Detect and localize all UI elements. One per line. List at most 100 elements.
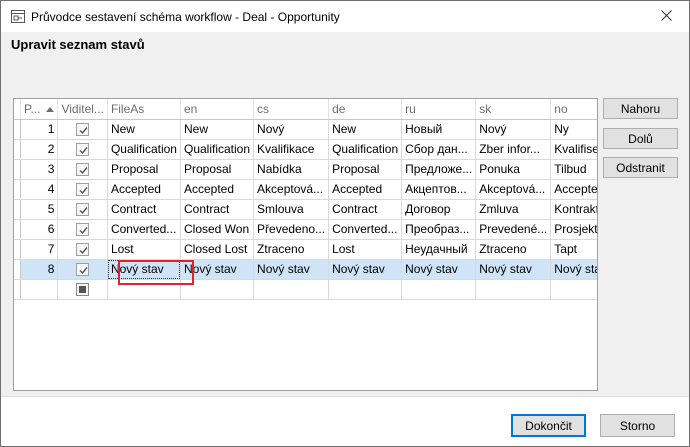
cell-no[interactable]: Kontrakt [550,199,597,220]
cell-cs[interactable]: Nový [253,119,330,140]
cell-empty[interactable] [180,279,255,300]
cell-sk[interactable]: Nový [475,119,552,140]
cell-visible[interactable] [57,179,108,200]
cell-position[interactable]: 4 [20,179,59,200]
cell-sk[interactable]: Prevedené... [475,219,552,240]
cell-empty[interactable] [328,279,403,300]
cell-position[interactable]: 3 [20,159,59,180]
cell-no[interactable]: Tilbud [550,159,597,180]
cell-en[interactable]: Qualification [180,139,255,160]
cell-ru[interactable]: Акцептов... [401,179,477,200]
visible-checkbox[interactable] [76,263,90,277]
cell-ru[interactable]: Договор [401,199,477,220]
column-header-fileas[interactable]: FileAs [107,99,181,120]
cell-fileas[interactable]: Contract [107,199,181,220]
cell-fileas[interactable]: Lost [107,239,181,260]
cell-no[interactable]: Ny [550,119,597,140]
cell-empty[interactable] [253,279,330,300]
table-row[interactable]: 2 Qualification Qualification Kvalifikace Qu… [14,139,597,160]
cell-sk[interactable]: Zmluva [475,199,552,220]
visible-checkbox[interactable] [76,243,90,257]
cell-no[interactable]: Accepted [550,179,597,200]
row-indicator-new[interactable]: ✱ [14,279,21,300]
cell-cs[interactable]: Kvalifikace [253,139,330,160]
cell-visible[interactable] [57,199,108,220]
cell-ru[interactable]: Неудачный [401,239,477,260]
cell-en[interactable]: Contract [180,199,255,220]
close-button[interactable] [643,1,689,32]
column-header-position[interactable]: P... [20,99,59,120]
cell-de[interactable]: Qualification [328,139,403,160]
finish-button[interactable]: Dokončit [511,414,586,437]
cell-no[interactable]: Nový stav [550,259,597,280]
table-row[interactable]: 5 Contract Contract Smlouva Contract Договор Z… [14,199,597,220]
cell-position[interactable]: 5 [20,199,59,220]
cell-de[interactable]: Proposal [328,159,403,180]
cell-de[interactable]: Accepted [328,179,403,200]
visible-checkbox[interactable] [76,203,90,217]
visible-checkbox-indeterminate[interactable] [76,283,90,297]
column-header-en[interactable]: en [180,99,255,120]
row-indicator[interactable] [14,159,21,180]
cell-sk[interactable]: Nový stav [475,259,552,280]
cell-sk[interactable]: Ztraceno [475,239,552,260]
cell-de[interactable]: Contract [328,199,403,220]
cell-en[interactable]: Closed Won [180,219,255,240]
visible-checkbox[interactable] [76,123,90,137]
row-indicator[interactable] [14,139,21,160]
cell-cs[interactable]: Nabídka [253,159,330,180]
row-indicator[interactable] [14,119,21,140]
row-indicator[interactable] [14,239,21,260]
visible-checkbox[interactable] [76,143,90,157]
table-row[interactable]: 1 New New Nový New Новый Nový Ny [14,119,597,140]
visible-checkbox[interactable] [76,183,90,197]
cell-en[interactable]: Proposal [180,159,255,180]
cell-visible[interactable] [57,239,108,260]
cell-cs[interactable]: Akceptová... [253,179,330,200]
row-indicator[interactable] [14,199,21,220]
cell-visible[interactable] [57,279,108,300]
cell-de[interactable]: Lost [328,239,403,260]
cell-position[interactable]: 2 [20,139,59,160]
cell-de[interactable]: New [328,119,403,140]
cell-empty[interactable] [401,279,477,300]
cell-sk[interactable]: Akceptová... [475,179,552,200]
cell-de[interactable]: Converted... [328,219,403,240]
table-row[interactable]: 7 Lost Closed Lost Ztraceno Lost Неудачный Ztr… [14,239,597,260]
cell-fileas[interactable]: Converted... [107,219,181,240]
cell-position[interactable]: 1 [20,119,59,140]
cell-ru[interactable]: Nový stav [401,259,477,280]
cell-position[interactable] [20,279,59,300]
cell-no[interactable]: Kvalifisering [550,139,597,160]
remove-button[interactable]: Odstranit [603,157,678,178]
cell-fileas[interactable]: New [107,119,181,140]
cell-de[interactable]: Nový stav [328,259,403,280]
row-indicator[interactable]: ▸ [14,259,21,280]
visible-checkbox[interactable] [76,163,90,177]
cell-ru[interactable]: Преобраз... [401,219,477,240]
row-indicator[interactable] [14,179,21,200]
column-header-visible[interactable]: Viditel... [57,99,108,120]
cell-visible[interactable] [57,119,108,140]
cell-ru[interactable]: Предложе... [401,159,477,180]
column-header-de[interactable]: de [328,99,403,120]
table-row[interactable]: 3 Proposal Proposal Nabídka Proposal Предложе… [14,159,597,180]
table-row[interactable]: 4 Accepted Accepted Akceptová... Accepted Акц… [14,179,597,200]
cell-cs[interactable]: Převedeno... [253,219,330,240]
cell-en[interactable]: Nový stav [180,259,255,280]
new-row[interactable]: ✱ [14,279,597,300]
cancel-button[interactable]: Storno [600,414,675,437]
cell-empty[interactable] [107,279,181,300]
column-header-sk[interactable]: sk [475,99,552,120]
cell-visible[interactable] [57,259,108,280]
cell-en[interactable]: New [180,119,255,140]
cell-sk[interactable]: Ponuka [475,159,552,180]
cell-position[interactable]: 6 [20,219,59,240]
cell-visible[interactable] [57,159,108,180]
cell-cs[interactable]: Nový stav [253,259,330,280]
states-grid[interactable]: P... Viditel... FileAs en cs de ru sk no… [13,98,598,391]
cell-cs[interactable]: Ztraceno [253,239,330,260]
cell-fileas[interactable]: Nový stav [107,259,181,280]
cell-empty[interactable] [550,279,597,300]
move-up-button[interactable]: Nahoru [603,98,678,119]
